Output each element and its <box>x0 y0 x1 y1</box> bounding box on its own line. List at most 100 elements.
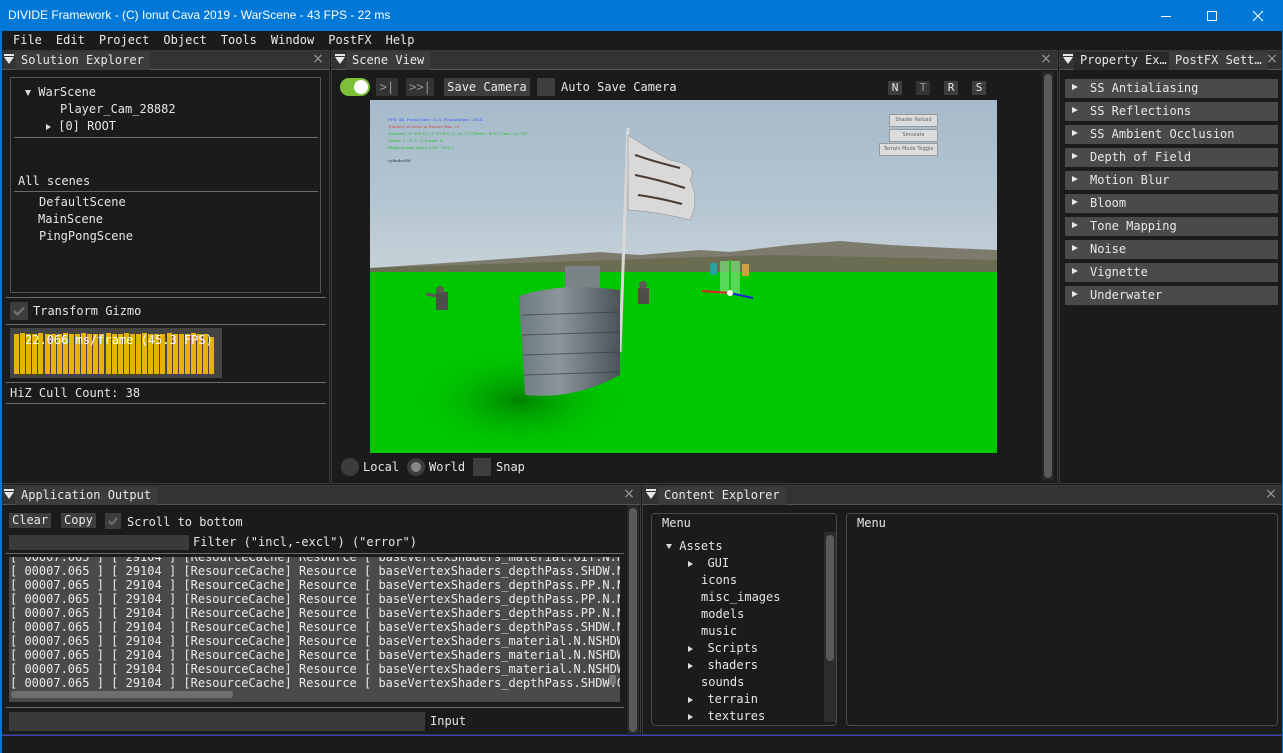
filter-input[interactable] <box>9 535 189 550</box>
folder-label: icons <box>701 573 738 587</box>
gizmo-mode-translate-button[interactable]: T <box>916 81 930 95</box>
postfx-item-noise[interactable]: Noise <box>1065 240 1278 259</box>
menu-help[interactable]: Help <box>379 31 422 50</box>
folder-label: shaders <box>707 658 759 672</box>
panel-menu-icon[interactable] <box>1063 54 1073 64</box>
postfx-item-underwater[interactable]: Underwater <box>1065 286 1278 305</box>
panel-tabbar: Solution Explorer × <box>1 51 329 70</box>
scrollbar-thumb[interactable] <box>629 508 637 732</box>
output-scrollbar[interactable] <box>627 505 639 735</box>
asset-folder-misc-images[interactable]: misc_images <box>701 590 780 604</box>
copy-button[interactable]: Copy <box>61 513 96 528</box>
menu-postfx[interactable]: PostFX <box>321 31 378 50</box>
simulate-button[interactable]: Simulate <box>889 129 938 142</box>
separator <box>14 137 318 138</box>
tab-scene-view[interactable]: Scene View <box>346 52 431 70</box>
asset-tree-menu[interactable]: Menu <box>662 516 691 530</box>
close-panel-icon[interactable]: × <box>1266 52 1278 66</box>
postfx-item-ss-ambient-occlusion[interactable]: SS Ambient Occlusion <box>1065 125 1278 144</box>
space-world-radio[interactable] <box>407 458 425 476</box>
scene-item-default[interactable]: DefaultScene <box>39 195 126 209</box>
tab-solution-explorer[interactable]: Solution Explorer <box>15 52 150 70</box>
space-local-radio[interactable] <box>341 458 359 476</box>
menu-file[interactable]: File <box>6 31 49 50</box>
save-camera-button[interactable]: Save Camera <box>444 78 530 96</box>
log-output[interactable]: [ 00007.065 ] [ 29104 ] [ResourceCache] … <box>9 557 620 702</box>
panel-menu-icon[interactable] <box>4 54 14 64</box>
asset-content-box <box>846 513 1278 726</box>
scene-view-scrollbar[interactable] <box>1042 71 1054 481</box>
close-panel-icon[interactable]: × <box>312 52 324 66</box>
close-panel-icon[interactable]: × <box>1265 487 1277 501</box>
asset-folder-scripts[interactable]: Scripts <box>688 641 758 655</box>
menu-tools[interactable]: Tools <box>214 31 264 50</box>
debug-overlay-line: cylinder5W <box>388 158 412 163</box>
expand-icon <box>666 544 672 549</box>
asset-folder-gui[interactable]: GUI <box>688 556 729 570</box>
snap-checkbox[interactable] <box>473 458 491 476</box>
close-panel-icon[interactable]: × <box>1040 52 1052 66</box>
close-panel-icon[interactable]: × <box>623 487 635 501</box>
scrollbar-thumb[interactable] <box>1044 74 1052 478</box>
asset-tree-scrollbar[interactable] <box>824 532 836 722</box>
postfx-item-tone-mapping[interactable]: Tone Mapping <box>1065 217 1278 236</box>
maximize-button[interactable] <box>1189 0 1235 31</box>
gizmo-mode-scale-button[interactable]: S <box>972 81 986 95</box>
asset-folder-icons[interactable]: icons <box>701 573 737 587</box>
menu-edit[interactable]: Edit <box>49 31 92 50</box>
tree-node-warscene[interactable]: WarScene <box>25 85 96 99</box>
asset-folder-terrain[interactable]: terrain <box>688 692 758 706</box>
asset-folder-shaders[interactable]: shaders <box>688 658 758 672</box>
auto-save-camera-checkbox[interactable] <box>537 78 555 96</box>
tab-property-explorer[interactable]: Property Ex… <box>1074 52 1173 70</box>
postfx-item-depth-of-field[interactable]: Depth of Field <box>1065 148 1278 167</box>
expand-icon <box>25 89 31 96</box>
panel-menu-icon[interactable] <box>4 489 14 499</box>
postfx-item-ss-reflections[interactable]: SS Reflections <box>1065 102 1278 121</box>
tab-application-output[interactable]: Application Output <box>15 487 158 505</box>
tree-node-player-cam[interactable]: Player_Cam_28882 <box>60 102 176 116</box>
tree-node-root[interactable]: [0] ROOT <box>46 119 116 133</box>
scroll-to-bottom-checkbox[interactable] <box>105 513 121 529</box>
asset-folder-sounds[interactable]: sounds <box>701 675 744 689</box>
terrain-mode-toggle-button[interactable]: Terrain Mode Toggle <box>879 143 938 156</box>
gizmo-mode-rotate-button[interactable]: R <box>944 81 958 95</box>
menu-project[interactable]: Project <box>92 31 157 50</box>
scene-item-main[interactable]: MainScene <box>38 212 103 226</box>
command-input[interactable] <box>9 712 425 731</box>
asset-folder-models[interactable]: models <box>701 607 744 621</box>
close-window-button[interactable] <box>1235 0 1281 31</box>
asset-folder-music[interactable]: music <box>701 624 737 638</box>
gizmo-mode-none-button[interactable]: N <box>888 81 902 95</box>
log-hscroll-thumb[interactable] <box>11 691 233 698</box>
postfx-item-vignette[interactable]: Vignette <box>1065 263 1278 282</box>
maximize-icon <box>1207 10 1217 21</box>
menu-object[interactable]: Object <box>156 31 213 50</box>
asset-content-menu[interactable]: Menu <box>857 516 886 530</box>
asset-folder-textures[interactable]: textures <box>688 709 765 723</box>
separator <box>6 707 624 708</box>
scrollbar-thumb[interactable] <box>826 535 834 661</box>
postfx-item-bloom[interactable]: Bloom <box>1065 194 1278 213</box>
3d-viewport[interactable]: FPS: 44. FrameTime: 22.8. FrameIndex : 3… <box>370 100 997 453</box>
tab-postfx-settings[interactable]: PostFX Sett… <box>1169 52 1268 70</box>
step-button[interactable]: >| <box>376 78 398 96</box>
scene-item-pingpong[interactable]: PingPongScene <box>39 229 133 243</box>
log-vscroll-thumb[interactable] <box>609 675 616 685</box>
transform-gizmo-checkbox[interactable] <box>10 302 28 320</box>
postfx-item-ss-antialiasing[interactable]: SS Antialiasing <box>1065 79 1278 98</box>
tree-node-label: WarScene <box>38 85 97 99</box>
postfx-item-motion-blur[interactable]: Motion Blur <box>1065 171 1278 190</box>
tree-node-assets[interactable]: Assets <box>666 539 723 553</box>
tab-content-explorer[interactable]: Content Explorer <box>658 487 786 505</box>
clear-button[interactable]: Clear <box>9 513 52 528</box>
window-title: DIVIDE Framework - (C) Ionut Cava 2019 -… <box>8 8 391 22</box>
play-toggle[interactable] <box>340 78 370 96</box>
panel-menu-icon[interactable] <box>646 489 656 499</box>
solution-explorer-panel: Solution Explorer × WarScene Player_Cam_… <box>0 50 330 484</box>
panel-menu-icon[interactable] <box>335 54 345 64</box>
step-fast-button[interactable]: >>| <box>406 78 434 96</box>
menu-window[interactable]: Window <box>264 31 321 50</box>
minimize-button[interactable] <box>1143 0 1189 31</box>
shader-reload-button[interactable]: Shader Reload <box>889 114 938 127</box>
